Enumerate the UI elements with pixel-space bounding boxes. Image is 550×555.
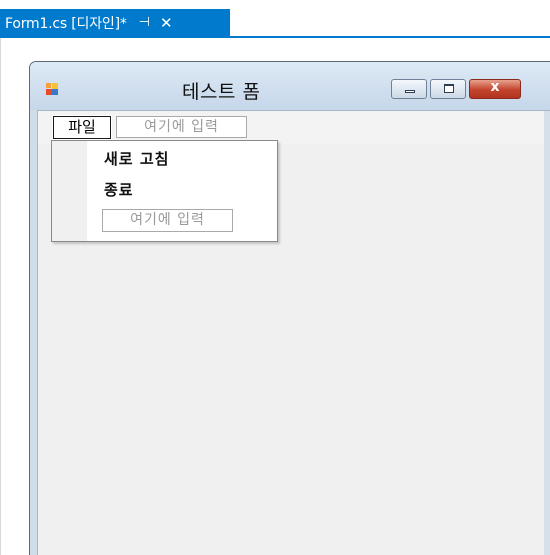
- menu-item-exit[interactable]: 종료: [104, 179, 134, 200]
- menu-item-refresh[interactable]: 새로 고침: [104, 148, 169, 169]
- file-menu-dropdown[interactable]: 새로 고침 종료 여기에 입력: [51, 140, 278, 242]
- document-tab-title: Form1.cs [디자인]*: [5, 15, 127, 32]
- form-title: 테스트 폼: [182, 81, 261, 103]
- menustrip-type-here-box[interactable]: 여기에 입력: [116, 116, 247, 138]
- maximize-button[interactable]: [430, 79, 466, 99]
- close-tab-icon[interactable]: ✕: [160, 14, 173, 32]
- close-button[interactable]: x: [469, 79, 521, 99]
- pin-icon[interactable]: ⊣: [139, 15, 150, 30]
- document-tab-strip: Form1.cs [디자인]* ⊣ ✕: [0, 0, 550, 36]
- minimize-icon: [405, 90, 415, 93]
- menu-item-file[interactable]: 파일: [52, 115, 112, 140]
- dropdown-image-margin: [52, 141, 87, 241]
- form-titlebar[interactable]: 테스트 폼 x: [30, 62, 550, 110]
- dropdown-type-here-box[interactable]: 여기에 입력: [102, 209, 233, 232]
- maximize-icon: [444, 84, 454, 93]
- form-right-border: [544, 111, 550, 555]
- designed-form-window[interactable]: 테스트 폼 x 파일 여기에 입력 새로 고침 종료 여기에 입력: [29, 61, 550, 555]
- document-tab-form1[interactable]: Form1.cs [디자인]* ⊣ ✕: [0, 9, 230, 36]
- form-client-area[interactable]: 파일 여기에 입력 새로 고침 종료 여기에 입력: [37, 110, 550, 555]
- form-app-icon: [46, 83, 60, 97]
- minimize-button[interactable]: [391, 79, 427, 99]
- close-icon: x: [490, 79, 500, 95]
